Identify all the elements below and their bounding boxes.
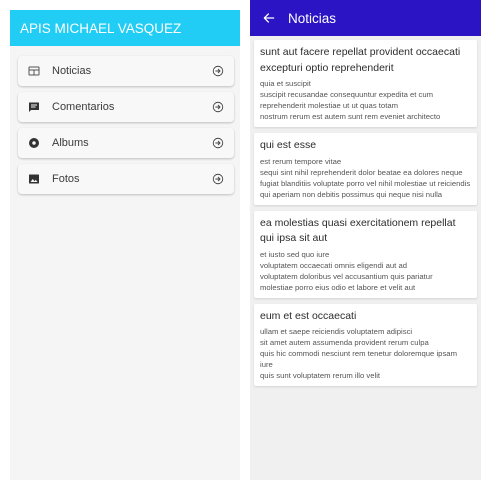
menu-item-noticias[interactable]: Noticias — [18, 56, 234, 86]
arrow-circle-right-icon[interactable] — [212, 137, 224, 149]
post-body: quia et suscipit suscipit recusandae con… — [260, 79, 441, 122]
noticias-app-bar: Noticias — [250, 0, 481, 36]
post-body: et iusto sed quo iure voluptatem occaeca… — [260, 249, 433, 292]
post-body: ullam et saepe reiciendis voluptatem adi… — [260, 327, 457, 381]
menu-list: Noticias Comentarios Albums Fotos — [10, 46, 240, 194]
menu-item-label: Comentarios — [52, 101, 115, 113]
post-title: ea molestias quasi exercitationem repell… — [260, 216, 456, 245]
album-icon — [28, 137, 40, 149]
post-title: qui est esse — [260, 139, 317, 152]
arrow-circle-right-icon[interactable] — [212, 173, 224, 185]
menu-item-albums[interactable]: Albums — [18, 128, 234, 158]
post-card[interactable]: qui est esse est rerum tempore vitae seq… — [254, 133, 477, 205]
comment-icon — [28, 101, 40, 113]
menu-item-label: Noticias — [52, 65, 92, 77]
home-app-bar: APIS MICHAEL VASQUEZ — [10, 10, 240, 46]
post-card[interactable]: sunt aut facere repellat provident occae… — [254, 40, 477, 128]
arrow-circle-right-icon[interactable] — [212, 101, 224, 113]
noticias-screen: Noticias sunt aut facere repellat provid… — [250, 0, 481, 480]
menu-item-fotos[interactable]: Fotos — [18, 164, 234, 194]
back-arrow-icon[interactable] — [262, 11, 276, 25]
posts-list: sunt aut facere repellat provident occae… — [250, 40, 481, 387]
noticias-title: Noticias — [288, 10, 337, 26]
home-title: APIS MICHAEL VASQUEZ — [20, 20, 182, 36]
post-title: sunt aut facere repellat provident occae… — [260, 46, 461, 74]
photo-icon — [28, 173, 40, 185]
menu-item-label: Albums — [52, 137, 89, 149]
home-screen: APIS MICHAEL VASQUEZ Noticias Comentario… — [10, 10, 240, 480]
newspaper-icon — [28, 65, 40, 77]
post-card[interactable]: eum et est occaecati ullam et saepe reic… — [254, 303, 477, 387]
post-title: eum et est occaecati — [260, 309, 357, 322]
post-body: est rerum tempore vitae sequi sint nihil… — [260, 156, 471, 199]
menu-item-label: Fotos — [52, 173, 80, 185]
menu-item-comentarios[interactable]: Comentarios — [18, 92, 234, 122]
arrow-circle-right-icon[interactable] — [212, 65, 224, 77]
post-card[interactable]: ea molestias quasi exercitationem repell… — [254, 210, 477, 298]
